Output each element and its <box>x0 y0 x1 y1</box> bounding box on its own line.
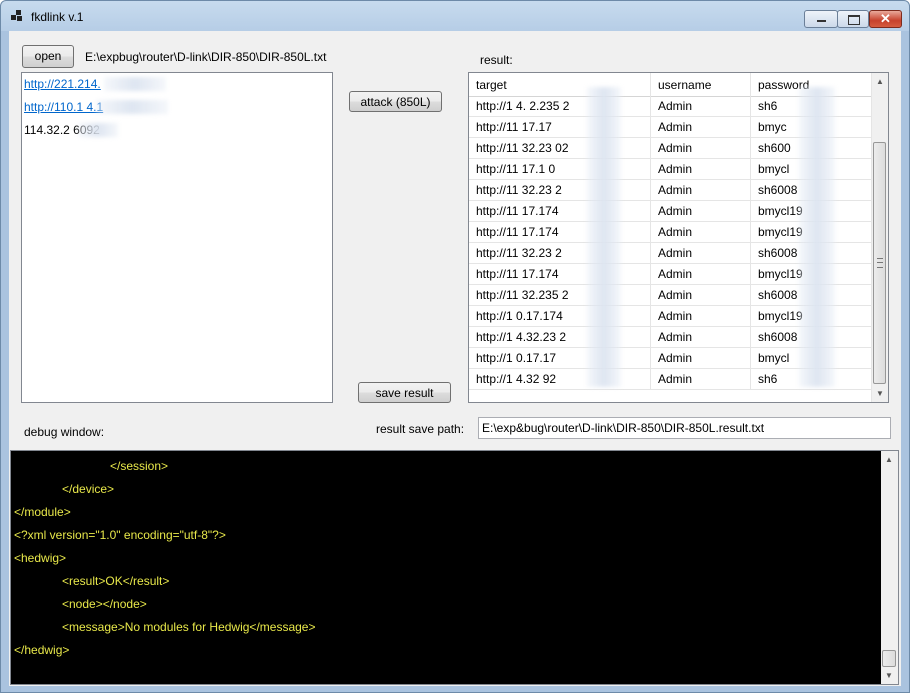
console-line: <message>No modules for Hedwig</message> <box>62 620 316 634</box>
cell-target: http://1 0.17.17 <box>469 348 651 368</box>
cell-target: http://1 4. 2.235 2 <box>469 96 651 116</box>
client-area: open E:\expbug\router\D-link\DIR-850\DIR… <box>9 31 901 686</box>
cell-target: http://11 17.174 <box>469 201 651 221</box>
console-line: <?xml version="1.0" encoding="utf-8"?> <box>14 528 226 542</box>
cell-username: Admin <box>651 159 751 179</box>
cell-target: http://1 4.32 92 <box>469 369 651 389</box>
column-header-username[interactable]: username <box>651 73 751 96</box>
target-list-item[interactable]: http://221.214. <box>24 77 101 91</box>
save-path-input[interactable]: E:\exp&bug\router\D-link\DIR-850\DIR-850… <box>478 417 891 439</box>
console-line: <node></node> <box>62 597 147 611</box>
console-line: </session> <box>110 459 169 473</box>
cell-target: http://11 17.1 0 <box>469 159 651 179</box>
save-result-button[interactable]: save result <box>358 382 451 403</box>
redaction-blur <box>799 87 835 387</box>
debug-console[interactable]: </session> </device> </module> <?xml versio… <box>10 450 899 685</box>
scroll-down-icon[interactable]: ▼ <box>881 667 897 684</box>
title-bar[interactable]: fkdlink v.1 ✕ <box>1 1 909 31</box>
grid-scrollbar[interactable]: ▲ ▼ <box>871 73 888 402</box>
console-scrollbar[interactable]: ▲ ▼ <box>881 451 898 684</box>
result-grid[interactable]: target username password http://1 4. 2.2… <box>468 72 889 403</box>
redaction-blur <box>78 123 118 137</box>
cell-username: Admin <box>651 348 751 368</box>
cell-username: Admin <box>651 243 751 263</box>
result-label: result: <box>480 53 513 67</box>
app-window: fkdlink v.1 ✕ open E:\expbug\router\D-li… <box>0 0 910 693</box>
column-header-target[interactable]: target <box>469 73 651 96</box>
cell-username: Admin <box>651 138 751 158</box>
grip-icon <box>877 258 883 268</box>
scroll-up-icon[interactable]: ▲ <box>881 451 897 468</box>
close-icon: ✕ <box>880 11 891 26</box>
cell-username: Admin <box>651 327 751 347</box>
console-line: <hedwig> <box>14 551 67 565</box>
cell-target: http://11 17.17 <box>469 117 651 137</box>
cell-username: Admin <box>651 96 751 116</box>
save-path-label: result save path: <box>376 422 465 436</box>
redaction-blur <box>104 77 166 91</box>
cell-username: Admin <box>651 306 751 326</box>
cell-username: Admin <box>651 222 751 242</box>
file-path-label: E:\expbug\router\D-link\DIR-850\DIR-850L… <box>85 50 327 64</box>
cell-target: http://11 32.23 02 <box>469 138 651 158</box>
cell-target: http://11 17.174 <box>469 264 651 284</box>
cell-target: http://11 32.23 2 <box>469 180 651 200</box>
minimize-button[interactable] <box>804 10 838 28</box>
close-button[interactable]: ✕ <box>869 10 902 28</box>
cell-target: http://1 4.32.23 2 <box>469 327 651 347</box>
cell-username: Admin <box>651 201 751 221</box>
minimize-icon <box>817 20 826 22</box>
console-line: </hedwig> <box>14 643 70 657</box>
scroll-thumb[interactable] <box>873 142 886 384</box>
cell-username: Admin <box>651 117 751 137</box>
cell-username: Admin <box>651 180 751 200</box>
maximize-icon <box>848 15 860 25</box>
open-button[interactable]: open <box>22 45 74 68</box>
redaction-blur <box>96 100 168 114</box>
target-list[interactable]: http://221.214. http://110.1 4.1 114.32.… <box>21 72 333 403</box>
scroll-thumb[interactable] <box>882 650 896 667</box>
window-title: fkdlink v.1 <box>31 10 84 24</box>
target-list-item[interactable]: http://110.1 4.1 <box>24 100 103 114</box>
cell-target: http://1 0.17.174 <box>469 306 651 326</box>
cell-username: Admin <box>651 285 751 305</box>
console-line: </module> <box>14 505 71 519</box>
console-line: </device> <box>62 482 115 496</box>
maximize-button[interactable] <box>837 10 869 28</box>
cell-username: Admin <box>651 264 751 284</box>
scroll-down-icon[interactable]: ▼ <box>872 385 888 402</box>
attack-button[interactable]: attack (850L) <box>349 91 442 112</box>
cell-username: Admin <box>651 369 751 389</box>
debug-window-label: debug window: <box>24 425 105 439</box>
app-icon <box>11 10 23 22</box>
console-line: <result>OK</result> <box>62 574 170 588</box>
redaction-blur <box>587 87 621 387</box>
cell-target: http://11 17.174 <box>469 222 651 242</box>
scroll-up-icon[interactable]: ▲ <box>872 73 888 90</box>
cell-target: http://11 32.235 2 <box>469 285 651 305</box>
cell-target: http://11 32.23 2 <box>469 243 651 263</box>
